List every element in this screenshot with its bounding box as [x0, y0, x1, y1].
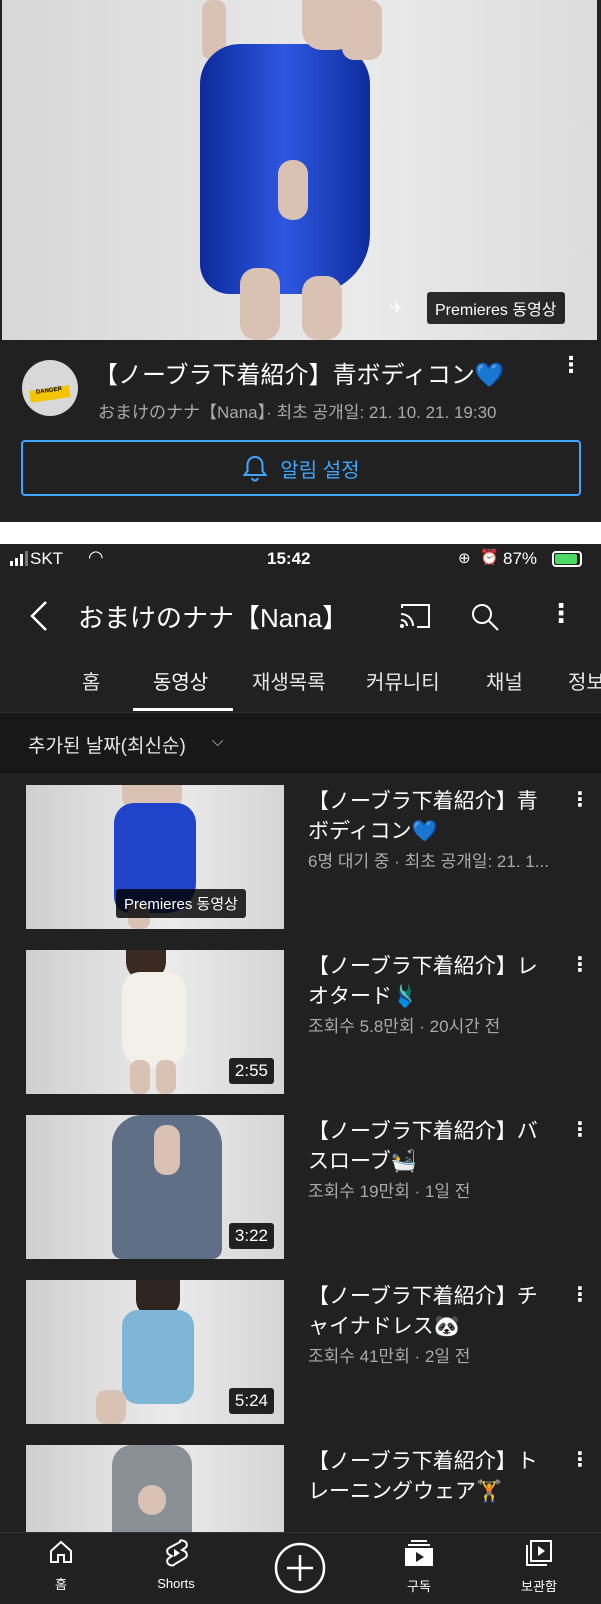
app-header: おまけのナナ【Nana】 ⋮ [0, 576, 601, 652]
nav-library[interactable]: 보관함 [494, 1539, 584, 1595]
video-detail-panel: ✈ Premieres 동영상 DANGER 【ノーブラ下着紹介】青ボディコン💙… [0, 0, 601, 522]
video-title[interactable]: 【ノーブラ下着紹介】バスローブ🛀 [308, 1117, 558, 1177]
video-meta: 조회수 5.8만회 · 20시간 전 [308, 1017, 501, 1036]
video-meta: 6명 대기 중 · 최초 공개일: 21. 1... [308, 852, 549, 871]
video-more-icon[interactable]: ⋮ [570, 787, 590, 812]
nav-subscriptions-label: 구독 [407, 1579, 431, 1594]
carrier-label: SKT [30, 549, 64, 568]
figure-chest [302, 0, 356, 50]
battery-icon [552, 551, 582, 567]
nav-home-label: 홈 [55, 1577, 67, 1592]
tab-videos[interactable]: 동영상 [153, 666, 208, 695]
video-meta: 조회수 19만회 · 1일 전 [308, 1182, 471, 1201]
thumb-figure-leg [156, 1060, 176, 1094]
duration-badge: 5:24 [228, 1388, 274, 1414]
clock: 15:42 [267, 549, 311, 568]
signal-icon [10, 550, 28, 566]
video-thumbnail[interactable]: 5:24 [26, 1280, 284, 1424]
bell-icon [242, 455, 268, 482]
thumb-figure-leg [130, 1060, 150, 1094]
tab-about[interactable]: 정보 [568, 666, 601, 695]
hero-video-title[interactable]: 【ノーブラ下着紹介】青ボディコン💙 [94, 355, 505, 390]
duration-badge: 2:55 [228, 1058, 274, 1084]
thumb-figure-leg [96, 1390, 126, 1424]
figure-leg-right [302, 276, 342, 340]
tab-community[interactable]: 커뮤니티 [366, 666, 440, 695]
video-meta: 조회수 41만회 · 2일 전 [308, 1347, 471, 1366]
notify-button-label: 알림 설정 [280, 459, 360, 482]
nav-subscriptions[interactable]: 구독 [374, 1539, 464, 1595]
video-row[interactable]: Premieres 동영상 【ノーブラ下着紹介】青ボディコン💙 6명 대기 중 … [0, 773, 601, 941]
thumb-figure-dress [122, 1310, 194, 1404]
thumb-figure-chest [154, 1125, 180, 1175]
shorts-icon [166, 1539, 188, 1567]
status-bar: SKT ◠ 15:42 ⊕ ⏰ 87% [0, 544, 601, 576]
figure-hand [278, 160, 308, 220]
video-more-icon[interactable]: ⋮ [570, 952, 590, 977]
notify-button[interactable]: 알림 설정 [21, 440, 581, 496]
subscriptions-icon [405, 1540, 433, 1566]
bottom-nav: 홈 Shorts 구독 보관함 [0, 1532, 601, 1604]
tab-playlists[interactable]: 재생목록 [252, 666, 326, 695]
nav-home[interactable]: 홈 [16, 1539, 106, 1593]
battery-fill [555, 554, 577, 564]
nav-library-label: 보관함 [521, 1579, 557, 1594]
thumb-figure-cutout [138, 1485, 166, 1515]
figure-leg-left [240, 268, 280, 340]
video-list: Premieres 동영상 【ノーブラ下着紹介】青ボディコン💙 6명 대기 중 … [0, 773, 601, 1603]
chevron-down-icon: ⌵ [212, 733, 224, 750]
video-row[interactable]: 2:55 【ノーブラ下着紹介】レオタード🩱 조회수 5.8만회 · 20시간 전… [0, 938, 601, 1106]
nav-shorts[interactable]: Shorts [131, 1539, 221, 1591]
duration-badge: 3:22 [228, 1223, 274, 1249]
video-thumbnail[interactable]: 3:22 [26, 1115, 284, 1259]
premieres-badge: Premieres 동영상 [116, 889, 246, 918]
phone-screen: SKT ◠ 15:42 ⊕ ⏰ 87% おまけのナナ【Nana】 ⋮ 홈 동영상… [0, 544, 601, 1604]
video-row[interactable]: 5:24 【ノーブラ下着紹介】チャイナドレス🐼 조회수 41만회 · 2일 전 … [0, 1268, 601, 1436]
sort-label: 추가된 날짜(최신순) [28, 736, 186, 757]
hero-video-meta: おまけのナナ【Nana】· 최초 공개일: 21. 10. 21. 19:30 [98, 403, 497, 422]
video-more-icon[interactable]: ⋮ [570, 1447, 590, 1472]
library-icon [526, 1540, 552, 1566]
video-title[interactable]: 【ノーブラ下着紹介】青ボディコン💙 [308, 787, 558, 847]
active-tab-indicator [133, 708, 233, 711]
muted-icon: ✈ [390, 300, 404, 317]
header-more-icon[interactable]: ⋮ [548, 598, 574, 629]
more-options-icon[interactable]: ⋮ [560, 352, 582, 378]
wifi-icon: ◠ [88, 547, 104, 567]
video-thumbnail[interactable]: Premieres 동영상 [26, 785, 284, 929]
sort-row[interactable]: 추가된 날짜(최신순) ⌵ [0, 712, 601, 773]
video-more-icon[interactable]: ⋮ [570, 1282, 590, 1307]
cast-icon[interactable] [398, 602, 432, 630]
thumb-figure-leotard [122, 972, 186, 1068]
hero-thumbnail[interactable]: ✈ Premieres 동영상 [2, 0, 597, 340]
channel-tabs: 홈 동영상 재생목록 커뮤니티 채널 정보 [0, 652, 601, 712]
battery-percent: 87% [503, 549, 538, 568]
tab-channels[interactable]: 채널 [486, 666, 523, 695]
alarm-icon: ⏰ [480, 549, 499, 566]
premieres-badge: Premieres 동영상 [427, 292, 565, 324]
channel-title: おまけのナナ【Nana】 [78, 603, 349, 633]
nav-create[interactable] [255, 1541, 345, 1600]
back-arrow-icon[interactable] [28, 600, 50, 632]
video-title[interactable]: 【ノーブラ下着紹介】チャイナドレス🐼 [308, 1282, 558, 1342]
video-row[interactable]: 3:22 【ノーブラ下着紹介】バスローブ🛀 조회수 19만회 · 1일 전 ⋮ [0, 1103, 601, 1271]
video-title[interactable]: 【ノーブラ下着紹介】レオタード🩱 [308, 952, 558, 1012]
video-title[interactable]: 【ノーブラ下着紹介】トレーニングウェア🏋 [308, 1447, 558, 1507]
create-icon [274, 1542, 326, 1594]
channel-avatar[interactable]: DANGER [22, 360, 78, 416]
tab-home[interactable]: 홈 [82, 666, 100, 695]
video-more-icon[interactable]: ⋮ [570, 1117, 590, 1142]
nav-shorts-label: Shorts [157, 1576, 195, 1591]
search-icon[interactable] [470, 602, 500, 632]
home-icon [50, 1540, 72, 1563]
rotation-lock-icon: ⊕ [458, 550, 471, 567]
video-thumbnail[interactable]: 2:55 [26, 950, 284, 1094]
